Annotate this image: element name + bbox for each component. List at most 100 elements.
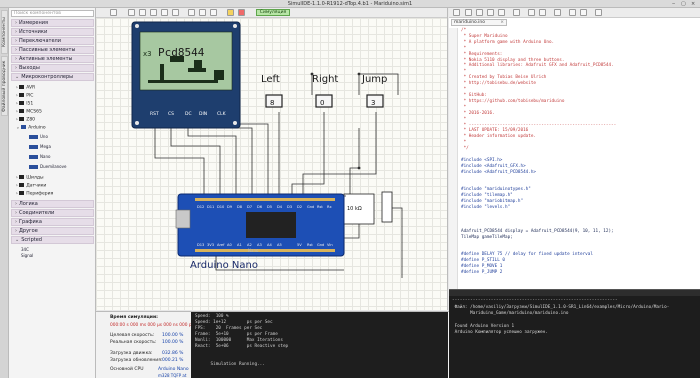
wire-resistor-top [349,128,360,194]
circuit-canvas[interactable]: Симуляция D12 D11 D10 D9 D8 D7 D6 D5 D4 … [96,8,448,310]
sim-log-line: Simulation Running... [195,362,265,367]
target-speed-value[interactable]: 100.00 % [162,333,183,338]
maximize-icon[interactable]: ▢ [681,1,686,7]
update-load-value: 000.21 % [162,358,184,363]
chevron-right-icon: › [15,47,17,53]
step-over-icon[interactable] [580,9,587,16]
tree-item-pic[interactable]: › PIC [16,93,33,99]
open-file-icon[interactable] [476,9,483,16]
find-icon[interactable] [513,9,520,16]
board-mega[interactable]: Mega [29,144,51,149]
button-jump-value[interactable]: 3 [371,99,375,107]
upload-icon[interactable] [539,9,546,16]
board-uno[interactable]: Uno [29,134,48,139]
svg-text:D8: D8 [237,205,243,209]
engine-load-label: Загрузка движка: [110,351,153,356]
chevron-down-icon: ⌄ [15,74,20,80]
close-icon[interactable]: × [691,1,695,7]
button-right-value[interactable]: 0 [320,99,324,107]
tab-file-explorer[interactable]: Файловый проводник [1,56,8,116]
category-passive[interactable]: › Пассивные элементы [11,46,94,54]
tab-components[interactable]: Компоненты [1,10,8,54]
tree-item-arduino[interactable]: ⌄ Arduino [16,125,46,131]
board-icon [21,125,27,129]
category-label: Выходы [19,65,40,71]
category-label: Соединители [19,210,55,216]
svg-text:Vin: Vin [327,243,333,247]
category-scripted[interactable]: ⌄ Scripted [11,236,94,244]
category-label: Источники [19,29,48,35]
category-sources[interactable]: › Источники [11,28,94,36]
step-icon[interactable] [569,9,576,16]
new-file-icon[interactable] [465,9,472,16]
save-as-icon[interactable] [498,9,505,16]
svg-text:D3: D3 [287,205,292,209]
svg-text:A2: A2 [247,243,252,247]
mcu-chip [246,212,296,238]
category-microcontrollers[interactable]: ⌄ Микроконтроллеры [11,73,94,81]
category-graphics[interactable]: › Графика [11,218,94,226]
tree-item-sensors[interactable]: › Датчики [16,183,46,189]
update-load-label: Загрузка обновления: [110,358,163,363]
svg-text:D9: D9 [227,205,233,209]
output-console: ----------------------------------------… [449,289,700,378]
svg-text:D11: D11 [207,205,214,209]
sensor-icon [19,183,25,187]
debug-icon[interactable] [554,9,561,16]
code-editor[interactable]: mariduino.ino × /* * Super Mariduino * A … [449,8,700,289]
svg-text:3V3: 3V3 [207,243,214,247]
arduino-chip-label: Nano [248,248,259,253]
board-icon [29,135,38,139]
tree-item-label: I51 [26,101,34,107]
arduino-nano[interactable]: D12 D11 D10 D9 D8 D7 D6 D5 D4 D3 D2 Gnd Rst Rx D1… [175,193,345,257]
run-icon[interactable] [595,9,602,16]
tab-mariduino[interactable]: mariduino.ino × [451,19,507,26]
compile-icon[interactable] [528,9,535,16]
settings-icon[interactable] [453,9,460,16]
tree-item-mcs65[interactable]: › MCS65 [16,109,42,115]
category-active[interactable]: › Активные элементы [11,55,94,63]
sim-log-line: Speed: 1e+12 ps per Sec [195,320,273,325]
cpu-label: Основной CPU [110,367,144,372]
scripted-item-signal[interactable]: Signal [21,253,33,258]
wire-cs [170,122,221,201]
board-duemilanove[interactable]: Duemilanove [29,164,66,169]
cpu-sub-value: m328 TQFP at [158,373,187,378]
code-text[interactable]: /* * Super Mariduino * A platform game w… [461,28,697,276]
lcd-ground [148,80,218,83]
wire-right [291,112,325,201]
lcd-pin-clk: CLK [217,112,226,117]
lcd-pin-rst: RST [150,112,159,117]
category-connectors[interactable]: › Соединители [11,209,94,217]
wire-rst [154,122,205,201]
close-icon[interactable]: × [500,20,504,25]
chip-icon [19,117,25,121]
button-left-value[interactable]: 8 [270,99,274,107]
sim-log-line: FPS: 20 Frames per Sec [195,326,263,331]
tree-item-z80[interactable]: › Z80 [16,117,35,123]
tree-item-avr[interactable]: › AVR [16,85,35,91]
tree-item-shields[interactable]: › Шилды [16,175,44,181]
tree-item-label: Z80 [26,117,36,123]
button-left-label: Left [261,74,280,85]
save-icon[interactable] [487,9,494,16]
tree-item-label: PIC [26,93,34,99]
board-label: Mega [40,144,51,149]
category-measurements[interactable]: › Измерения [11,19,94,27]
tree-item-peripherals[interactable]: › Периферия [16,191,53,197]
tree-item-i51[interactable]: › I51 [16,101,33,107]
tree-item-label: Шилды [26,175,44,181]
component-search-input[interactable]: Поиск компонентов [11,10,94,17]
scripted-item-34c[interactable]: 34C [21,247,29,252]
real-speed-value: 100.00 % [162,340,184,345]
category-logic[interactable]: › Логика [11,200,94,208]
category-outputs[interactable]: › Выходы [11,64,94,72]
lcd-sprite [214,70,224,80]
minimize-icon[interactable]: ‒ [672,1,675,7]
resistor-value: 10 kΩ [347,206,362,212]
usb-port [175,209,191,229]
category-switches[interactable]: › Переключатели [11,37,94,45]
board-nano[interactable]: Nano [29,154,50,159]
category-other[interactable]: › Другое [11,227,94,235]
category-label: Измерения [19,20,49,26]
